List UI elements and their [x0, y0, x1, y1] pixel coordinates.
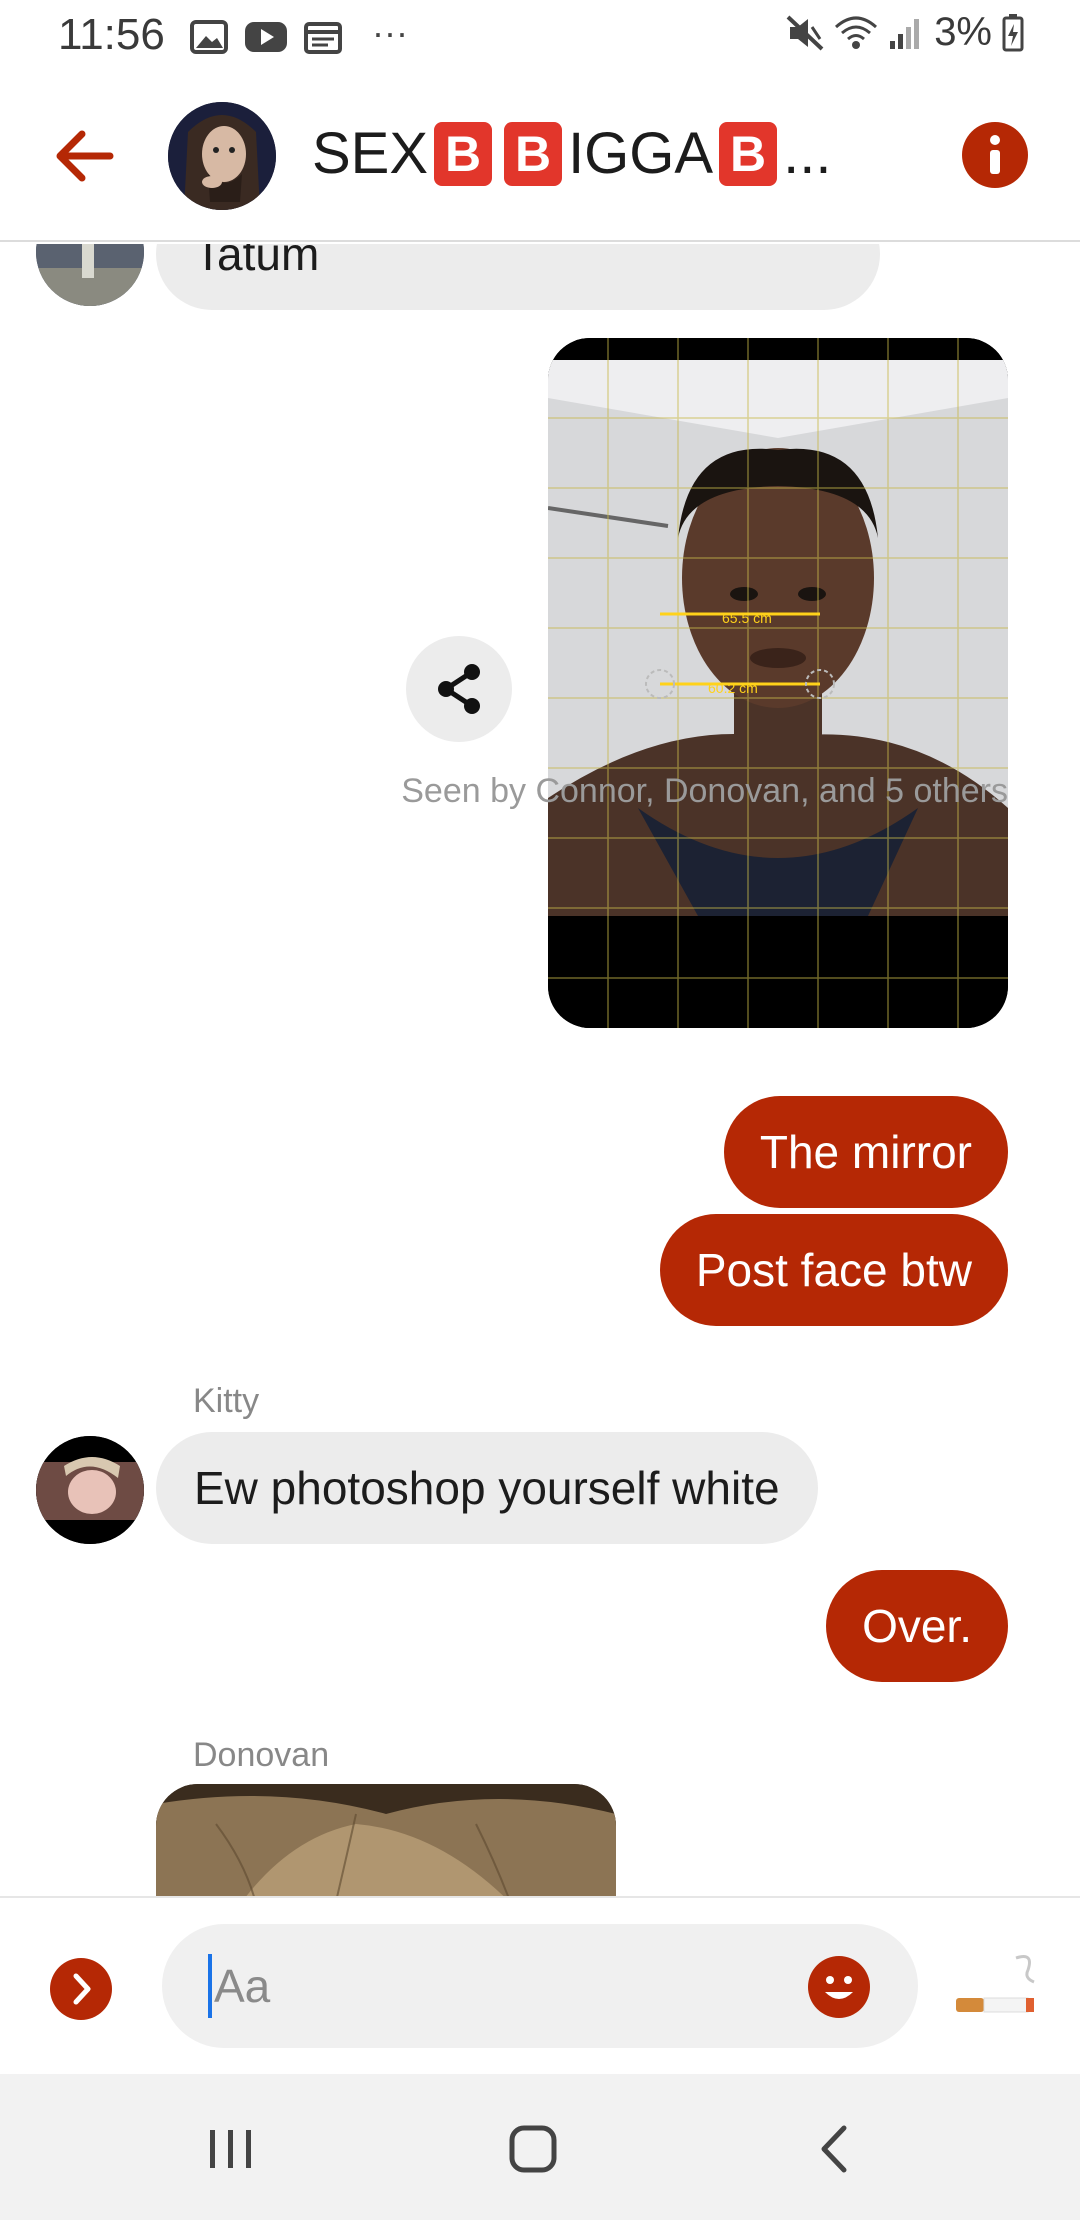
- status-time: 11:56: [58, 10, 165, 59]
- message-composer: [0, 1896, 1080, 2074]
- smiley-icon: [825, 1976, 853, 1999]
- b-emoji-icon: B: [504, 121, 563, 186]
- more-notifications-icon: ···: [372, 12, 408, 53]
- incoming-message[interactable]: Ew photoshop yourself white: [156, 1432, 818, 1544]
- title-prefix: SEX: [312, 121, 429, 186]
- message-input-wrapper: [162, 1924, 918, 2048]
- cigarette-sticker-icon[interactable]: [950, 1948, 1046, 2028]
- message-text: Tatum: [194, 244, 320, 280]
- message-text: The mirror: [759, 1126, 972, 1178]
- outgoing-message[interactable]: Over.: [826, 1570, 1008, 1682]
- incoming-message[interactable]: Tatum: [156, 244, 880, 310]
- info-icon: [990, 135, 1000, 174]
- status-right: 3%: [786, 10, 1024, 55]
- mute-icon: [786, 15, 824, 50]
- outgoing-photo[interactable]: 65.5 cm 60.2 cm: [548, 338, 1008, 1028]
- back-nav-icon[interactable]: [802, 2114, 872, 2184]
- b-emoji-icon: B: [719, 121, 778, 186]
- calendar-icon: [304, 22, 342, 54]
- b-emoji-icon: B: [434, 121, 493, 186]
- measure-label-2: 60.2 cm: [708, 680, 758, 696]
- measure-label-1: 65.5 cm: [722, 610, 772, 626]
- message-input[interactable]: [208, 1954, 768, 2018]
- share-icon: [438, 664, 480, 714]
- selfie-measurement-image: 65.5 cm 60.2 cm: [548, 338, 1008, 1028]
- avatar-image: [36, 1436, 144, 1544]
- status-bar: 11:56 ··· 3%: [0, 0, 1080, 72]
- message-text: Post face btw: [695, 1244, 972, 1296]
- sender-avatar[interactable]: [36, 244, 144, 306]
- sender-avatar[interactable]: [36, 1436, 144, 1544]
- info-button[interactable]: [962, 122, 1028, 188]
- wifi-icon: [835, 16, 878, 49]
- signal-icon: [890, 18, 920, 49]
- title-middle: IGGA: [568, 121, 714, 186]
- home-icon[interactable]: [498, 2114, 568, 2184]
- conversation-header: SEX B B IGGA B ...: [0, 72, 1080, 242]
- youtube-icon: [245, 22, 287, 52]
- avatar-image: [36, 244, 144, 306]
- back-arrow-icon[interactable]: [50, 122, 118, 190]
- message-text: Over.: [862, 1600, 972, 1652]
- message-text: Ew photoshop yourself white: [194, 1462, 780, 1514]
- incoming-photo[interactable]: [156, 1784, 616, 1896]
- outgoing-message[interactable]: The mirror: [723, 1096, 1008, 1208]
- battery-charging-icon: [1002, 13, 1024, 51]
- outgoing-message[interactable]: Post face btw: [659, 1214, 1008, 1326]
- title-ellipsis: ...: [783, 121, 832, 186]
- chevron-right-icon: [73, 1973, 91, 2005]
- gallery-icon: [190, 20, 228, 54]
- recent-apps-icon[interactable]: [196, 2114, 266, 2184]
- seen-receipt: Seen by Connor, Donovan, and 5 others: [401, 772, 1008, 810]
- emoji-button[interactable]: [808, 1956, 870, 2018]
- group-avatar[interactable]: [168, 102, 276, 210]
- group-avatar-image: [168, 102, 276, 210]
- sender-name: Kitty: [193, 1382, 260, 1420]
- system-navigation-bar: [0, 2074, 1080, 2220]
- conversation-title[interactable]: SEX B B IGGA B ...: [312, 120, 831, 187]
- battery-percent: 3%: [934, 10, 992, 54]
- message-list[interactable]: Tatum 65.5 cm 60.2 cm Seen by Connor, Do…: [0, 244, 1080, 1896]
- expand-actions-button[interactable]: [50, 1958, 112, 2020]
- hair-photo: [156, 1784, 616, 1896]
- sender-name: Donovan: [193, 1736, 330, 1774]
- share-button[interactable]: [406, 636, 512, 742]
